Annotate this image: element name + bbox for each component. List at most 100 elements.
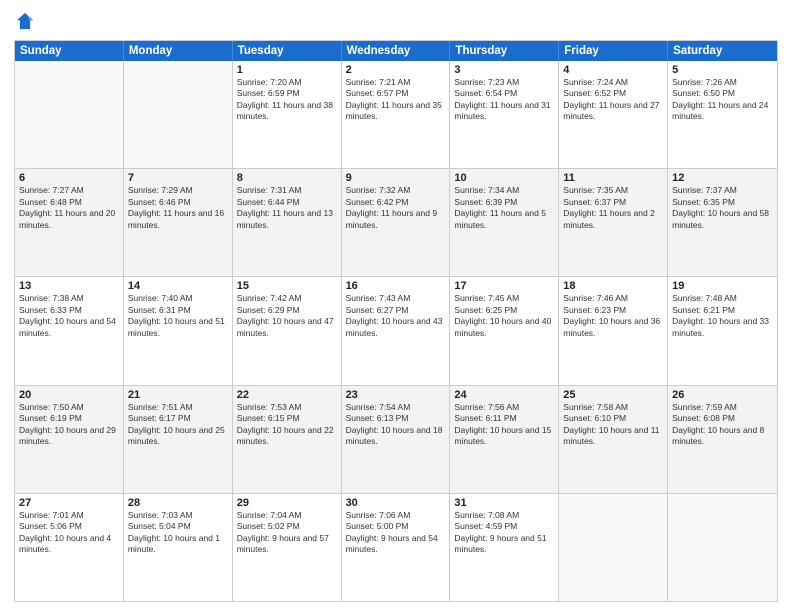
day-number: 25: [563, 389, 663, 401]
calendar-cell-24: 24Sunrise: 7:56 AMSunset: 6:11 PMDayligh…: [450, 386, 559, 493]
day-info: Sunrise: 7:03 AMSunset: 5:04 PMDaylight:…: [128, 510, 228, 556]
calendar-cell-10: 10Sunrise: 7:34 AMSunset: 6:39 PMDayligh…: [450, 169, 559, 276]
day-number: 23: [346, 389, 446, 401]
day-number: 30: [346, 497, 446, 509]
day-info: Sunrise: 7:51 AMSunset: 6:17 PMDaylight:…: [128, 402, 228, 448]
calendar-week-1: 6Sunrise: 7:27 AMSunset: 6:48 PMDaylight…: [15, 169, 777, 277]
day-info: Sunrise: 7:48 AMSunset: 6:21 PMDaylight:…: [672, 293, 773, 339]
day-info: Sunrise: 7:42 AMSunset: 6:29 PMDaylight:…: [237, 293, 337, 339]
day-number: 1: [237, 64, 337, 76]
calendar-cell-empty-5: [559, 494, 668, 601]
calendar-cell-6: 6Sunrise: 7:27 AMSunset: 6:48 PMDaylight…: [15, 169, 124, 276]
day-info: Sunrise: 7:50 AMSunset: 6:19 PMDaylight:…: [19, 402, 119, 448]
day-info: Sunrise: 7:58 AMSunset: 6:10 PMDaylight:…: [563, 402, 663, 448]
calendar-cell-25: 25Sunrise: 7:58 AMSunset: 6:10 PMDayligh…: [559, 386, 668, 493]
day-number: 2: [346, 64, 446, 76]
day-number: 22: [237, 389, 337, 401]
calendar-cell-1: 1Sunrise: 7:20 AMSunset: 6:59 PMDaylight…: [233, 61, 342, 168]
calendar-week-2: 13Sunrise: 7:38 AMSunset: 6:33 PMDayligh…: [15, 277, 777, 385]
logo: [14, 10, 40, 32]
calendar-body: 1Sunrise: 7:20 AMSunset: 6:59 PMDaylight…: [15, 61, 777, 601]
calendar: SundayMondayTuesdayWednesdayThursdayFrid…: [14, 40, 778, 602]
day-number: 7: [128, 172, 228, 184]
day-number: 17: [454, 280, 554, 292]
calendar-cell-14: 14Sunrise: 7:40 AMSunset: 6:31 PMDayligh…: [124, 277, 233, 384]
header: [14, 10, 778, 32]
calendar-cell-empty-1: [124, 61, 233, 168]
calendar-cell-11: 11Sunrise: 7:35 AMSunset: 6:37 PMDayligh…: [559, 169, 668, 276]
calendar-header-thursday: Thursday: [450, 41, 559, 61]
day-info: Sunrise: 7:24 AMSunset: 6:52 PMDaylight:…: [563, 77, 663, 123]
calendar-cell-5: 5Sunrise: 7:26 AMSunset: 6:50 PMDaylight…: [668, 61, 777, 168]
calendar-header-wednesday: Wednesday: [342, 41, 451, 61]
day-info: Sunrise: 7:31 AMSunset: 6:44 PMDaylight:…: [237, 185, 337, 231]
day-number: 27: [19, 497, 119, 509]
day-number: 14: [128, 280, 228, 292]
calendar-cell-16: 16Sunrise: 7:43 AMSunset: 6:27 PMDayligh…: [342, 277, 451, 384]
calendar-week-3: 20Sunrise: 7:50 AMSunset: 6:19 PMDayligh…: [15, 386, 777, 494]
calendar-cell-3: 3Sunrise: 7:23 AMSunset: 6:54 PMDaylight…: [450, 61, 559, 168]
day-info: Sunrise: 7:29 AMSunset: 6:46 PMDaylight:…: [128, 185, 228, 231]
calendar-cell-empty-0: [15, 61, 124, 168]
day-info: Sunrise: 7:46 AMSunset: 6:23 PMDaylight:…: [563, 293, 663, 339]
day-number: 26: [672, 389, 773, 401]
day-number: 13: [19, 280, 119, 292]
calendar-cell-20: 20Sunrise: 7:50 AMSunset: 6:19 PMDayligh…: [15, 386, 124, 493]
calendar-cell-17: 17Sunrise: 7:45 AMSunset: 6:25 PMDayligh…: [450, 277, 559, 384]
calendar-week-0: 1Sunrise: 7:20 AMSunset: 6:59 PMDaylight…: [15, 61, 777, 169]
calendar-cell-30: 30Sunrise: 7:06 AMSunset: 5:00 PMDayligh…: [342, 494, 451, 601]
day-number: 10: [454, 172, 554, 184]
calendar-header-tuesday: Tuesday: [233, 41, 342, 61]
day-number: 8: [237, 172, 337, 184]
calendar-header-sunday: Sunday: [15, 41, 124, 61]
day-info: Sunrise: 7:35 AMSunset: 6:37 PMDaylight:…: [563, 185, 663, 231]
day-info: Sunrise: 7:53 AMSunset: 6:15 PMDaylight:…: [237, 402, 337, 448]
calendar-cell-23: 23Sunrise: 7:54 AMSunset: 6:13 PMDayligh…: [342, 386, 451, 493]
day-number: 29: [237, 497, 337, 509]
day-info: Sunrise: 7:01 AMSunset: 5:06 PMDaylight:…: [19, 510, 119, 556]
logo-icon: [14, 10, 36, 32]
calendar-cell-15: 15Sunrise: 7:42 AMSunset: 6:29 PMDayligh…: [233, 277, 342, 384]
calendar-cell-19: 19Sunrise: 7:48 AMSunset: 6:21 PMDayligh…: [668, 277, 777, 384]
day-number: 18: [563, 280, 663, 292]
day-info: Sunrise: 7:45 AMSunset: 6:25 PMDaylight:…: [454, 293, 554, 339]
calendar-cell-empty-6: [668, 494, 777, 601]
day-info: Sunrise: 7:21 AMSunset: 6:57 PMDaylight:…: [346, 77, 446, 123]
calendar-week-4: 27Sunrise: 7:01 AMSunset: 5:06 PMDayligh…: [15, 494, 777, 601]
day-number: 21: [128, 389, 228, 401]
day-number: 12: [672, 172, 773, 184]
day-info: Sunrise: 7:20 AMSunset: 6:59 PMDaylight:…: [237, 77, 337, 123]
day-number: 4: [563, 64, 663, 76]
day-number: 19: [672, 280, 773, 292]
day-info: Sunrise: 7:23 AMSunset: 6:54 PMDaylight:…: [454, 77, 554, 123]
calendar-cell-28: 28Sunrise: 7:03 AMSunset: 5:04 PMDayligh…: [124, 494, 233, 601]
day-number: 9: [346, 172, 446, 184]
calendar-cell-4: 4Sunrise: 7:24 AMSunset: 6:52 PMDaylight…: [559, 61, 668, 168]
calendar-header-friday: Friday: [559, 41, 668, 61]
day-number: 24: [454, 389, 554, 401]
day-info: Sunrise: 7:04 AMSunset: 5:02 PMDaylight:…: [237, 510, 337, 556]
day-number: 5: [672, 64, 773, 76]
calendar-cell-31: 31Sunrise: 7:08 AMSunset: 4:59 PMDayligh…: [450, 494, 559, 601]
calendar-cell-2: 2Sunrise: 7:21 AMSunset: 6:57 PMDaylight…: [342, 61, 451, 168]
day-info: Sunrise: 7:32 AMSunset: 6:42 PMDaylight:…: [346, 185, 446, 231]
day-number: 16: [346, 280, 446, 292]
calendar-cell-22: 22Sunrise: 7:53 AMSunset: 6:15 PMDayligh…: [233, 386, 342, 493]
calendar-cell-7: 7Sunrise: 7:29 AMSunset: 6:46 PMDaylight…: [124, 169, 233, 276]
day-number: 28: [128, 497, 228, 509]
calendar-cell-26: 26Sunrise: 7:59 AMSunset: 6:08 PMDayligh…: [668, 386, 777, 493]
calendar-cell-8: 8Sunrise: 7:31 AMSunset: 6:44 PMDaylight…: [233, 169, 342, 276]
day-number: 11: [563, 172, 663, 184]
day-info: Sunrise: 7:06 AMSunset: 5:00 PMDaylight:…: [346, 510, 446, 556]
day-info: Sunrise: 7:54 AMSunset: 6:13 PMDaylight:…: [346, 402, 446, 448]
day-number: 20: [19, 389, 119, 401]
calendar-header-saturday: Saturday: [668, 41, 777, 61]
day-number: 6: [19, 172, 119, 184]
day-number: 3: [454, 64, 554, 76]
calendar-cell-13: 13Sunrise: 7:38 AMSunset: 6:33 PMDayligh…: [15, 277, 124, 384]
calendar-header: SundayMondayTuesdayWednesdayThursdayFrid…: [15, 41, 777, 61]
day-info: Sunrise: 7:26 AMSunset: 6:50 PMDaylight:…: [672, 77, 773, 123]
day-info: Sunrise: 7:40 AMSunset: 6:31 PMDaylight:…: [128, 293, 228, 339]
day-info: Sunrise: 7:59 AMSunset: 6:08 PMDaylight:…: [672, 402, 773, 448]
day-info: Sunrise: 7:37 AMSunset: 6:35 PMDaylight:…: [672, 185, 773, 231]
